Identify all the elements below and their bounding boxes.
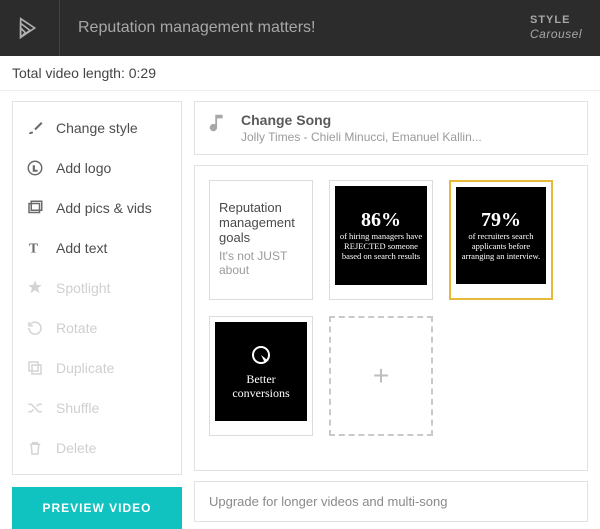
slide[interactable]: 86%of hiring managers have REJECTED some… bbox=[329, 180, 433, 300]
text-icon: T bbox=[25, 238, 45, 258]
sidebar-item-label: Delete bbox=[56, 440, 96, 456]
slide-stat: 86% bbox=[361, 209, 401, 232]
pics-icon bbox=[25, 198, 45, 218]
slide[interactable]: Reputation management goals It's not JUST… bbox=[209, 180, 313, 300]
video-length-bar: Total video length: 0:29 bbox=[0, 56, 600, 91]
sidebar-item-shuffle: Shuffle bbox=[13, 388, 181, 428]
sidebar-item-label: Add logo bbox=[56, 160, 111, 176]
sidebar-item-label: Spotlight bbox=[56, 280, 110, 296]
sidebar-item-label: Add text bbox=[56, 240, 107, 256]
song-title: Change Song bbox=[241, 112, 482, 128]
preview-video-button[interactable]: PREVIEW VIDEO bbox=[12, 487, 182, 529]
style-indicator[interactable]: STYLE Carousel bbox=[530, 14, 600, 42]
slide-text2: conversions bbox=[232, 386, 289, 400]
sidebar-item-trash: Delete bbox=[13, 428, 181, 468]
star-icon bbox=[25, 278, 45, 298]
slide-text: Better bbox=[246, 372, 275, 386]
upgrade-banner[interactable]: Upgrade for longer videos and multi-song bbox=[194, 481, 588, 522]
sidebar-item-text[interactable]: T Add text bbox=[13, 228, 181, 268]
slides-canvas: Reputation management goals It's not JUST… bbox=[194, 165, 588, 471]
slide-text: Reputation management goals bbox=[219, 200, 303, 245]
trash-icon bbox=[25, 438, 45, 458]
slide-caption: of hiring managers have REJECTED someone… bbox=[339, 232, 423, 261]
logo-badge-icon: L bbox=[25, 158, 45, 178]
music-note-icon bbox=[207, 112, 229, 144]
sidebar: Change style L Add logo Add pics & vids T Add… bbox=[12, 101, 182, 524]
sidebar-item-pics[interactable]: Add pics & vids bbox=[13, 188, 181, 228]
sidebar-item-rotate: Rotate bbox=[13, 308, 181, 348]
duplicate-icon bbox=[25, 358, 45, 378]
app-logo[interactable] bbox=[0, 0, 60, 56]
sidebar-item-label: Change style bbox=[56, 120, 138, 136]
slide[interactable]: 79%of recruiters search applicants befor… bbox=[449, 180, 553, 300]
add-slide-button[interactable]: + bbox=[329, 316, 433, 436]
change-song-bar[interactable]: Change Song Jolly Times - Chieli Minucci… bbox=[194, 101, 588, 155]
brush-icon bbox=[25, 118, 45, 138]
sidebar-item-star: Spotlight bbox=[13, 268, 181, 308]
slide-caption: of recruiters search applicants before a… bbox=[460, 232, 542, 261]
song-subtitle: Jolly Times - Chieli Minucci, Emanuel Ka… bbox=[241, 130, 482, 144]
style-label: STYLE bbox=[530, 14, 592, 27]
sidebar-item-brush[interactable]: Change style bbox=[13, 108, 181, 148]
app-header: Reputation management matters! STYLE Car… bbox=[0, 0, 600, 56]
sidebar-item-logo-badge[interactable]: L Add logo bbox=[13, 148, 181, 188]
rotate-icon bbox=[25, 318, 45, 338]
sidebar-item-label: Shuffle bbox=[56, 400, 99, 416]
sidebar-item-label: Duplicate bbox=[56, 360, 114, 376]
slide-subtext: It's not JUST about bbox=[219, 249, 303, 277]
project-title: Reputation management matters! bbox=[60, 19, 530, 37]
cursor-click-icon bbox=[247, 343, 275, 371]
slide-stat: 79% bbox=[481, 209, 521, 232]
sidebar-item-duplicate: Duplicate bbox=[13, 348, 181, 388]
svg-text:T: T bbox=[29, 241, 38, 256]
slide[interactable]: Betterconversions bbox=[209, 316, 313, 436]
svg-text:L: L bbox=[33, 164, 37, 173]
shuffle-icon bbox=[25, 398, 45, 418]
style-value: Carousel bbox=[530, 27, 592, 41]
sidebar-item-label: Add pics & vids bbox=[56, 200, 152, 216]
editor-content: Change Song Jolly Times - Chieli Minucci… bbox=[194, 101, 588, 524]
sidebar-item-label: Rotate bbox=[56, 320, 97, 336]
